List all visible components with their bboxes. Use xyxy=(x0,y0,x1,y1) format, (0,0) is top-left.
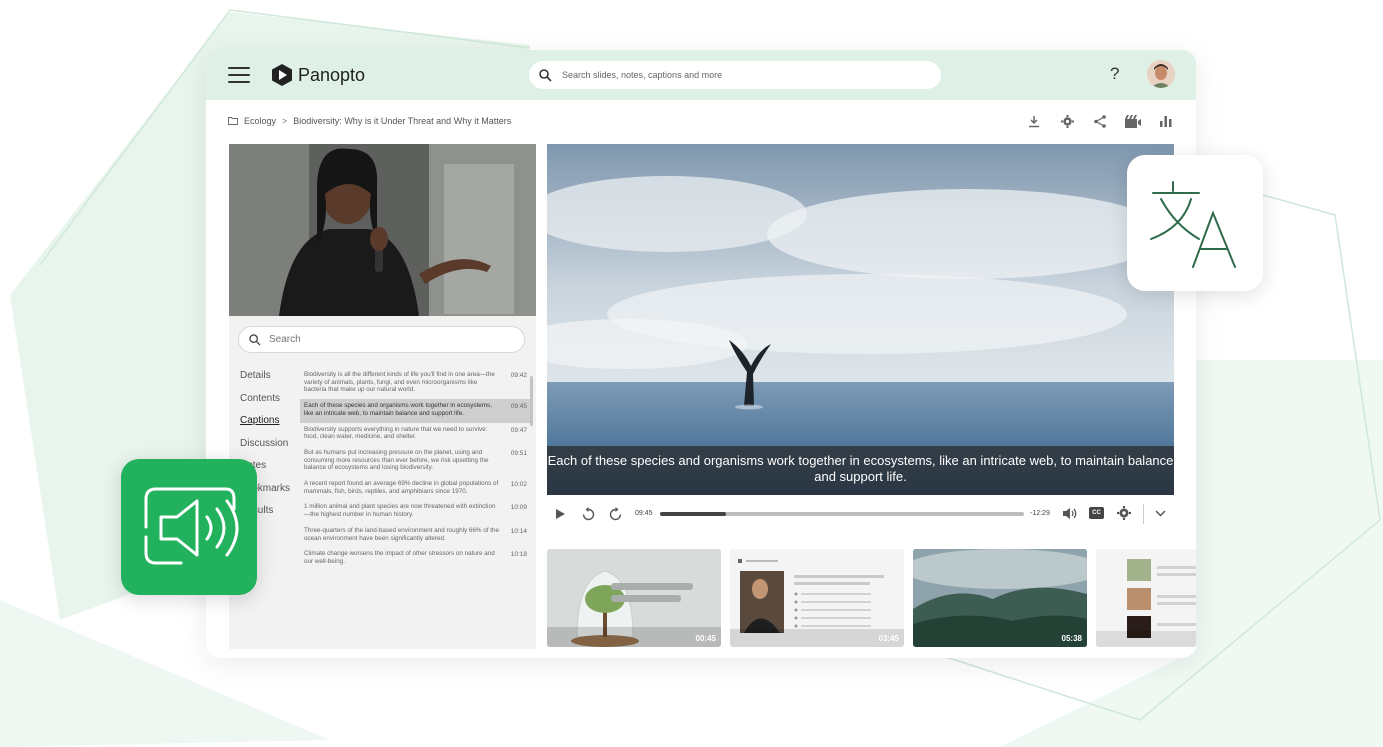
forest-image xyxy=(913,549,1087,647)
caption-item[interactable]: But as humans put increasing pressure on… xyxy=(300,446,530,477)
caption-item[interactable]: A recent report found an average 69% dec… xyxy=(300,477,530,500)
caption-time: 10:02 xyxy=(510,481,527,489)
avatar[interactable] xyxy=(1147,60,1175,88)
rewind-icon[interactable] xyxy=(582,507,595,521)
caption-time: 09:47 xyxy=(510,426,527,434)
share-icon[interactable] xyxy=(1092,113,1108,129)
video-caption: Each of these species and organisms work… xyxy=(547,446,1174,495)
clapper-icon[interactable] xyxy=(1125,113,1141,129)
caption-time: 09:42 xyxy=(510,372,527,379)
caption-time: 10:14 xyxy=(510,527,527,535)
thumbnail-3[interactable]: 05:38 xyxy=(913,549,1087,647)
caption-item[interactable]: Climate change worsens the impact of oth… xyxy=(300,547,530,570)
panel-search-input[interactable] xyxy=(267,333,507,346)
breadcrumb-folder[interactable]: Ecology xyxy=(244,116,276,126)
breadcrumb: Ecology > Biodiversity: Why is it Under … xyxy=(228,116,511,126)
brand-logo[interactable]: Panopto xyxy=(272,64,365,86)
breadcrumb-title: Biodiversity: Why is it Under Threat and… xyxy=(293,116,512,126)
controls-divider xyxy=(1143,504,1144,524)
caption-scrollbar[interactable] xyxy=(530,376,533,426)
panopto-logo-icon xyxy=(272,64,292,86)
thumbnail-duration: 03:45 xyxy=(878,634,899,643)
forward-icon[interactable] xyxy=(609,507,622,521)
play-icon[interactable] xyxy=(556,509,565,519)
caption-time: 09:45 xyxy=(510,403,527,411)
main-video[interactable]: Each of these species and organisms work… xyxy=(547,144,1174,495)
caption-text: But as humans put increasing pressure on… xyxy=(304,448,489,472)
caption-item[interactable]: Three-quarters of the land-based environ… xyxy=(300,524,530,547)
caption-text: Biodiversity is all the different kinds … xyxy=(304,371,495,394)
stats-icon[interactable] xyxy=(1158,113,1174,129)
menu-icon[interactable] xyxy=(228,67,250,83)
caption-text: Three-quarters of the land-based environ… xyxy=(304,526,499,542)
presenter-image xyxy=(229,144,536,316)
caption-list: Biodiversity is all the different kinds … xyxy=(300,368,530,571)
translate-icon xyxy=(1150,181,1236,268)
progress-bar[interactable] xyxy=(660,512,1024,516)
player-settings-icon[interactable] xyxy=(1117,506,1131,520)
help-button[interactable]: ? xyxy=(1110,64,1119,84)
caption-text: Climate change worsens the impact of oth… xyxy=(304,550,495,565)
user-avatar-image xyxy=(1147,60,1175,88)
caption-text: 1 million animal and plant species are n… xyxy=(304,503,496,519)
current-time: 09:45 xyxy=(635,510,653,517)
brand-name: Panopto xyxy=(298,64,366,85)
caption-text: Biodiversity supports everything in natu… xyxy=(304,425,488,441)
volume-icon[interactable] xyxy=(1063,507,1078,520)
terrarium-image xyxy=(547,549,721,647)
caption-item-active[interactable]: Each of these species and organisms work… xyxy=(300,399,530,423)
side-panel: Details Contents Captions Discussion Not… xyxy=(229,144,536,649)
translate-tile[interactable] xyxy=(1127,155,1263,291)
caption-time: 10:18 xyxy=(510,551,527,559)
thumbnail-duration: 00:45 xyxy=(695,634,716,643)
caption-item[interactable]: 1 million animal and plant species are n… xyxy=(300,500,530,523)
progress-fill xyxy=(660,512,726,516)
panel-search[interactable] xyxy=(238,326,525,353)
thumbnail-1[interactable]: 00:45 xyxy=(547,549,721,647)
global-search[interactable] xyxy=(529,61,941,89)
app-window: Panopto ? Ecology > Biodiversity: Why is… xyxy=(206,50,1196,658)
caption-item[interactable]: Biodiversity is all the different kinds … xyxy=(300,368,530,399)
slide-list-image xyxy=(1096,549,1196,647)
thumbnail-duration: 05:38 xyxy=(1061,634,1082,643)
closed-captions-icon[interactable]: CC xyxy=(1089,507,1104,519)
search-icon xyxy=(249,333,261,346)
caption-time: 10:09 xyxy=(510,504,527,512)
top-bar: Panopto ? xyxy=(206,50,1196,100)
audio-description-icon xyxy=(144,487,239,565)
caption-item[interactable]: Biodiversity supports everything in natu… xyxy=(300,423,530,446)
whale-tail-image xyxy=(547,144,1174,495)
toolbar xyxy=(1026,113,1174,129)
presenter-video[interactable] xyxy=(229,144,536,316)
search-icon xyxy=(539,68,552,82)
caption-text: Each of these species and organisms work… xyxy=(304,402,492,417)
audio-description-tile[interactable] xyxy=(121,459,257,595)
download-icon[interactable] xyxy=(1026,113,1042,129)
caption-time: 09:51 xyxy=(510,449,527,457)
thumbnail-4[interactable] xyxy=(1096,549,1196,647)
slide-image xyxy=(730,549,904,647)
chevron-down-icon[interactable] xyxy=(1155,510,1166,517)
breadcrumb-separator: > xyxy=(282,116,288,126)
settings-icon[interactable] xyxy=(1059,113,1075,129)
caption-text: A recent report found an average 69% dec… xyxy=(304,480,499,495)
remaining-time: -12:29 xyxy=(1030,510,1050,517)
thumbnail-2[interactable]: 03:45 xyxy=(730,549,904,647)
global-search-input[interactable] xyxy=(560,69,920,81)
folder-icon xyxy=(228,117,238,125)
player-controls: 09:45 -12:29 CC xyxy=(547,502,1174,526)
